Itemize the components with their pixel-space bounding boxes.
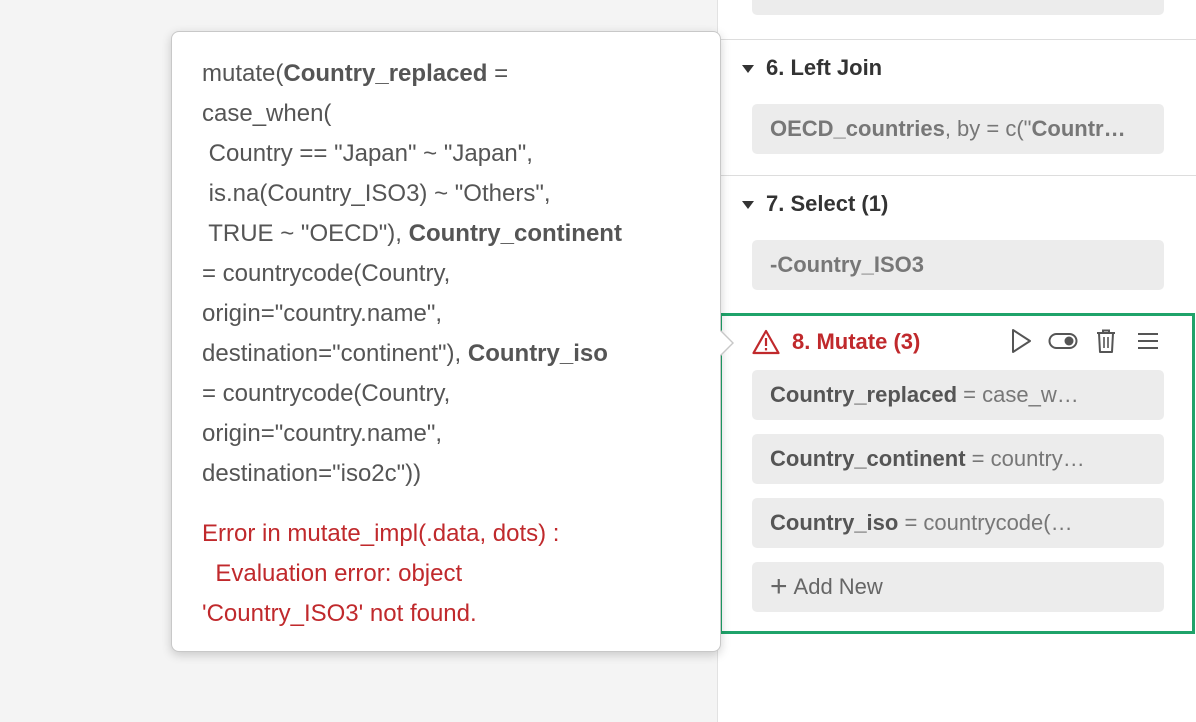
code-text: Country == "Japan" ~ "Japan", xyxy=(202,140,533,167)
code-line: mutate(Country_replaced = xyxy=(202,54,690,94)
error-line: Error in mutate_impl(.data, dots) : xyxy=(202,520,560,547)
error-message: Error in mutate_impl(.data, dots) : Eval… xyxy=(202,514,690,634)
expression-preview: = case_w… xyxy=(957,382,1079,407)
code-text: TRUE ~ "OECD"), xyxy=(202,220,409,247)
code-line: Country == "Japan" ~ "Japan", xyxy=(202,134,690,174)
code-line: origin="country.name", xyxy=(202,414,690,454)
code-text: destination="continent"), xyxy=(202,340,468,367)
code-text: origin="country.name", xyxy=(202,300,443,327)
code-line: is.na(Country_ISO3) ~ "Others", xyxy=(202,174,690,214)
code-block: mutate(Country_replaced = case_when( Coun… xyxy=(202,54,690,494)
play-icon[interactable] xyxy=(1006,326,1036,356)
code-text: is.na(Country_ISO3) ~ "Others", xyxy=(202,180,551,207)
chip-bold: Countr… xyxy=(1031,116,1126,141)
code-text: origin="country.name", xyxy=(202,420,443,447)
left-join-chip[interactable]: OECD_countries, by = c("Countr… xyxy=(752,104,1164,154)
code-line: = countrycode(Country, xyxy=(202,254,690,294)
expression-preview: = country… xyxy=(965,446,1085,471)
error-line: Evaluation error: object xyxy=(202,560,463,587)
menu-icon[interactable] xyxy=(1133,326,1163,356)
step-title: 6. Left Join xyxy=(766,55,883,80)
column-name: Country_replaced xyxy=(283,60,488,87)
mutate-item-country-iso[interactable]: Country_iso = countrycode(… xyxy=(752,498,1164,548)
code-line: destination="continent"), Country_iso xyxy=(202,334,690,374)
code-line: = countrycode(Country, xyxy=(202,374,690,414)
popover-arrow-fill xyxy=(719,330,732,356)
divider xyxy=(718,175,1196,176)
chip-bold: OECD_countries xyxy=(770,116,945,141)
code-line: destination="iso2c")) xyxy=(202,454,690,494)
error-popover: mutate(Country_replaced = case_when( Coun… xyxy=(171,31,734,652)
caret-down-icon[interactable] xyxy=(742,65,754,73)
divider xyxy=(718,39,1196,40)
toggle-icon[interactable] xyxy=(1048,326,1078,356)
chip-bold: -Country_ISO3 xyxy=(770,252,925,277)
code-line: origin="country.name", xyxy=(202,294,690,334)
caret-down-icon[interactable] xyxy=(742,201,754,209)
step-header-select[interactable]: 7. Select (1) xyxy=(742,190,888,218)
step-title: 8. Mutate (3) xyxy=(792,329,921,354)
code-text: = countrycode(Country, xyxy=(202,380,451,407)
step-header-mutate[interactable]: 8. Mutate (3) xyxy=(752,326,920,358)
error-line: 'Country_ISO3' not found. xyxy=(202,600,477,627)
chip-text: , by = c(" xyxy=(944,116,1032,141)
previous-step-chip[interactable] xyxy=(752,0,1164,15)
trash-icon[interactable] xyxy=(1091,326,1121,356)
mutate-item-country-replaced[interactable]: Country_replaced = case_w… xyxy=(752,370,1164,420)
add-new-button[interactable]: + Add New xyxy=(752,562,1164,612)
mutate-item-country-continent[interactable]: Country_continent = country… xyxy=(752,434,1164,484)
column-name: Country_iso xyxy=(467,340,608,367)
column-name: Country_continent xyxy=(770,446,966,471)
expression-preview: = countrycode(… xyxy=(898,510,1073,535)
code-text: case_when( xyxy=(202,100,332,127)
column-name: Country_iso xyxy=(770,510,899,535)
code-line: case_when( xyxy=(202,94,690,134)
column-name: Country_continent xyxy=(408,220,622,247)
step-title: 7. Select (1) xyxy=(766,191,889,216)
code-text: mutate( xyxy=(202,60,284,87)
select-chip[interactable]: -Country_ISO3 xyxy=(752,240,1164,290)
code-text: = xyxy=(487,60,509,87)
warning-triangle-icon xyxy=(752,329,780,355)
column-name: Country_replaced xyxy=(770,382,958,407)
code-line: TRUE ~ "OECD"), Country_continent xyxy=(202,214,690,254)
step-header-left-join[interactable]: 6. Left Join xyxy=(742,54,882,82)
plus-icon: + xyxy=(770,570,788,603)
code-text: destination="iso2c")) xyxy=(202,460,422,487)
code-text: = countrycode(Country, xyxy=(202,260,451,287)
add-new-label: Add New xyxy=(793,574,883,599)
